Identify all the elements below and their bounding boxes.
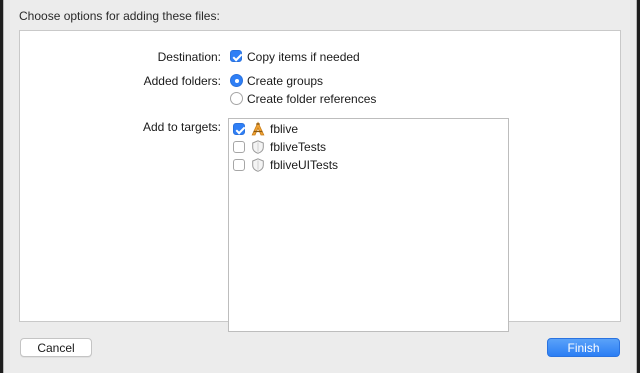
copy-items-checkbox[interactable] <box>230 50 242 62</box>
add-files-sheet: Choose options for adding these files: D… <box>3 0 637 373</box>
create-folder-references-radio[interactable] <box>230 92 243 105</box>
target-label-fblive: fblive <box>270 122 299 136</box>
test-target-icon <box>252 158 264 172</box>
added-folders-label: Added folders: <box>143 74 221 88</box>
target-row-fblivetests[interactable]: fbliveTests <box>229 138 508 156</box>
test-target-icon <box>252 140 264 154</box>
target-checkbox-fblive[interactable] <box>233 123 245 135</box>
add-to-targets-label: Add to targets: <box>142 120 221 134</box>
target-row-fblive[interactable]: fblive <box>229 120 508 138</box>
dialog-title: Choose options for adding these files: <box>19 9 220 23</box>
target-label-fbliveuitests: fbliveUITests <box>270 158 339 172</box>
copy-items-label[interactable]: Copy items if needed <box>247 50 360 64</box>
target-label-fblivetests: fbliveTests <box>270 140 327 154</box>
create-folder-references-label[interactable]: Create folder references <box>247 92 376 106</box>
create-groups-radio[interactable] <box>230 74 243 87</box>
targets-list[interactable]: fblive fbliveTests fbliveUITests <box>228 118 509 332</box>
options-panel: Destination: Copy items if needed Added … <box>19 30 621 332</box>
target-checkbox-fbliveuitests[interactable] <box>233 159 245 171</box>
target-row-fbliveuitests[interactable]: fbliveUITests <box>229 156 508 174</box>
destination-label: Destination: <box>157 50 221 64</box>
finish-button[interactable]: Finish <box>547 338 620 357</box>
target-checkbox-fblivetests[interactable] <box>233 141 245 153</box>
app-target-icon <box>251 121 265 136</box>
create-groups-label[interactable]: Create groups <box>247 74 323 88</box>
cancel-button[interactable]: Cancel <box>20 338 92 357</box>
